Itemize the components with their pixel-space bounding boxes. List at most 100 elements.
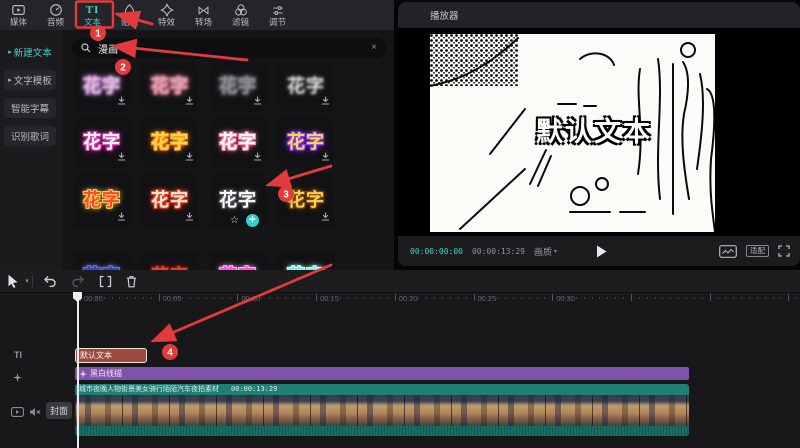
cover-button[interactable]: 封面 — [46, 402, 72, 419]
ruler-time-label: 00:30 — [556, 294, 575, 303]
text-style-tile[interactable]: 花字 — [74, 252, 130, 270]
undo-icon[interactable] — [42, 273, 58, 289]
text-clip[interactable]: 默认文本 — [75, 348, 147, 363]
redo-icon[interactable] — [70, 273, 86, 289]
text-style-tile[interactable]: 花字 — [142, 174, 198, 228]
toolbar-item-8[interactable]: 调节 — [259, 0, 296, 30]
tile-preview-text: 花字 — [219, 128, 257, 154]
tile-preview-text: 花字 — [287, 262, 325, 270]
toolbar-item-label: 转场 — [195, 18, 212, 27]
filter-icon — [234, 3, 248, 17]
download-icon — [185, 92, 194, 110]
toolbar-item-6[interactable]: 转场 — [185, 0, 222, 30]
fit-button[interactable]: 适配 — [746, 245, 769, 257]
text-style-tile[interactable]: 花字 — [142, 252, 198, 270]
current-time: 00:00:00:00 — [410, 247, 463, 256]
ruler-minor-tick — [198, 297, 199, 299]
ruler-minor-tick — [733, 297, 734, 299]
ruler-minor-tick — [718, 297, 719, 299]
split-clip-icon[interactable] — [97, 273, 113, 289]
text-style-tile[interactable]: 花字 — [74, 118, 130, 168]
toolbar-item-1[interactable]: 媒体 — [0, 0, 37, 30]
toolbar-item-5[interactable]: 特效 — [148, 0, 185, 30]
fullscreen-icon[interactable] — [778, 245, 790, 257]
text-track-icon: TI — [14, 350, 22, 360]
text-style-tile[interactable]: 花字 — [142, 118, 198, 168]
add-to-track-button[interactable]: + — [246, 214, 259, 227]
ruler-major-tick — [316, 294, 317, 301]
effect-clip-label: 黑白线描 — [90, 370, 122, 378]
ruler-minor-tick — [277, 297, 278, 299]
toolbar-item-label: 滤镜 — [232, 18, 249, 27]
ruler-major-tick — [395, 294, 396, 301]
text-style-tile[interactable]: 花字 — [210, 118, 266, 168]
text-style-tile[interactable]: 花字 — [278, 118, 334, 168]
text-clip-label: 默认文本 — [76, 349, 146, 362]
video-clip[interactable]: 城市夜晚人物街景美女骑行陌陌汽车夜拍素材 00:00:13:29 — [75, 384, 689, 436]
sidebar-item-label: 识别歌词 — [11, 129, 49, 143]
search-input[interactable] — [96, 42, 366, 55]
text-style-tile[interactable]: 花字 — [278, 62, 334, 112]
ruler-minor-tick — [678, 297, 679, 299]
sidebar-item-2[interactable]: ▸文字模板 — [4, 70, 56, 90]
text-style-tile[interactable]: 花字 — [74, 62, 130, 112]
download-icon — [321, 92, 330, 110]
quality-dropdown[interactable]: 画质 ▾ — [534, 245, 557, 258]
ruler-minor-tick — [655, 297, 656, 299]
text-style-tile[interactable]: 花字 — [278, 174, 334, 228]
sidebar-item-4[interactable]: 识别歌词 — [4, 126, 56, 146]
text-style-tile[interactable]: 花字 — [210, 252, 266, 270]
ruler-major-tick — [159, 294, 160, 301]
preview-text-overlay[interactable]: 默认文本 — [536, 110, 652, 149]
ruler-minor-tick — [796, 297, 797, 299]
transition-icon — [196, 3, 211, 17]
delete-icon[interactable] — [123, 273, 139, 289]
ruler-minor-tick — [576, 297, 577, 299]
ruler-minor-tick — [340, 297, 341, 299]
effect-clip[interactable]: 黑白线描 — [75, 367, 689, 380]
text-style-tile[interactable]: 花字 — [74, 174, 130, 228]
text-style-tile[interactable]: 花字 — [142, 62, 198, 112]
text-style-tile[interactable]: 花字 — [210, 62, 266, 112]
playhead[interactable] — [77, 292, 79, 448]
ruler-minor-tick — [426, 297, 427, 299]
tile-preview-text: 花字 — [83, 128, 121, 154]
video-track-icon — [11, 404, 24, 422]
mute-speaker-icon[interactable] — [29, 404, 42, 422]
player-header: 播放器 — [398, 2, 800, 28]
video-clip-header: 城市夜晚人物街景美女骑行陌陌汽车夜拍素材 00:00:13:29 — [75, 384, 689, 395]
ruler-minor-tick — [544, 297, 545, 299]
preview-ratio-icon[interactable] — [719, 245, 737, 258]
play-button[interactable] — [594, 244, 608, 258]
ruler-minor-tick — [293, 297, 294, 299]
favorite-star-icon[interactable]: ☆ — [230, 216, 239, 226]
download-icon — [185, 148, 194, 166]
ruler-time-label: 00:10 — [241, 294, 260, 303]
video-clip-title: 城市夜晚人物街景美女骑行陌陌汽车夜拍素材 — [79, 386, 219, 393]
ruler-minor-tick — [773, 297, 774, 299]
text-style-tile[interactable]: 花字 — [278, 252, 334, 270]
effect-sparkle-icon — [79, 370, 87, 378]
ruler-major-tick — [710, 294, 711, 301]
search-bar[interactable]: × — [72, 38, 386, 58]
tile-preview-text: 花字 — [151, 128, 189, 154]
ruler-minor-tick — [363, 297, 364, 299]
toolbar-item-3[interactable]: TI文本 — [74, 0, 111, 30]
toolbar-item-7[interactable]: 滤镜 — [222, 0, 259, 30]
timeline-toolbar: ▾ — [0, 270, 800, 293]
sidebar-item-3[interactable]: 智能字幕 — [4, 98, 56, 118]
text-style-tile[interactable]: 花字☆+ — [210, 174, 266, 228]
tile-preview-text: 花字 — [83, 186, 121, 212]
ruler-minor-tick — [497, 297, 498, 299]
tile-preview-text: 花字 — [219, 72, 257, 98]
arrow-right-icon: ▸ — [8, 76, 12, 84]
ruler-minor-tick — [230, 297, 231, 299]
toolbar-item-2[interactable]: 音频 — [37, 0, 74, 30]
ruler-minor-tick — [442, 297, 443, 299]
sidebar-item-1[interactable]: ▸新建文本 — [4, 42, 56, 62]
effect-track-icon — [13, 369, 22, 387]
clear-search-icon[interactable]: × — [371, 43, 377, 53]
ruler-minor-tick — [285, 297, 286, 299]
toolbar-item-4[interactable]: 贴纸 — [111, 0, 148, 30]
effects-icon — [160, 3, 174, 17]
